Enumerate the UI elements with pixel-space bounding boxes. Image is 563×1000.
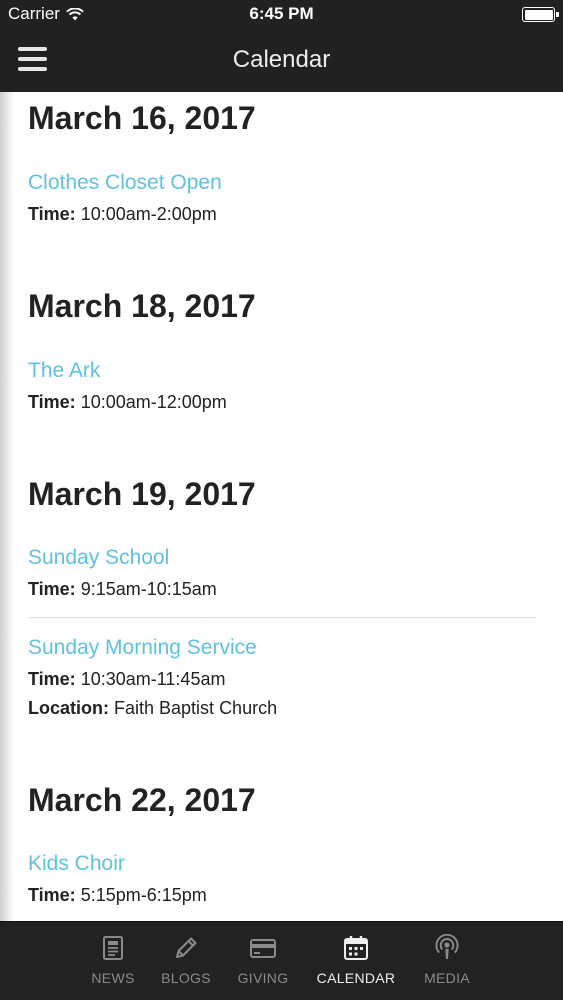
time-value: 10:00am-12:00pm bbox=[80, 392, 227, 412]
page-title: Calendar bbox=[232, 46, 331, 73]
time-label: Time: bbox=[28, 392, 76, 412]
tab-bar: NEWS BLOGS GIVING CALENDAR MEDIA bbox=[0, 921, 563, 1000]
event-title-link[interactable]: Clothes Closet Open bbox=[28, 171, 222, 195]
credit-card-icon bbox=[250, 939, 276, 958]
calendar-icon bbox=[344, 936, 368, 960]
event-time: Time: 5:15pm-6:15pm bbox=[28, 885, 207, 906]
time-value: 10:00am-2:00pm bbox=[80, 204, 217, 224]
event-title-link[interactable]: The Ark bbox=[28, 359, 100, 383]
status-time: 6:45 PM bbox=[249, 4, 314, 23]
time-label: Time: bbox=[28, 579, 76, 599]
event-divider bbox=[28, 617, 536, 618]
time-label: Time: bbox=[28, 204, 76, 224]
date-heading: March 19, 2017 bbox=[28, 476, 256, 512]
date-heading: March 16, 2017 bbox=[28, 100, 256, 136]
event-time: Time: 9:15am-10:15am bbox=[28, 579, 217, 600]
time-label: Time: bbox=[28, 669, 76, 689]
event-time: Time: 10:00am-12:00pm bbox=[28, 392, 227, 413]
location-label: Location: bbox=[28, 698, 109, 718]
time-value: 5:15pm-6:15pm bbox=[80, 885, 207, 905]
event-title-link[interactable]: Sunday School bbox=[28, 546, 169, 570]
event-time: Time: 10:00am-2:00pm bbox=[28, 204, 217, 225]
location-value: Faith Baptist Church bbox=[114, 698, 278, 718]
event-time: Time: 10:30am-11:45am bbox=[28, 669, 225, 690]
calendar-list[interactable]: March 16, 2017 Clothes Closet Open Time:… bbox=[0, 92, 563, 921]
podcast-icon bbox=[435, 934, 459, 959]
battery-icon bbox=[522, 7, 559, 22]
event-location: Location: Faith Baptist Church bbox=[28, 698, 277, 719]
side-drawer-shadow bbox=[0, 92, 14, 921]
navigation-bar: Calendar bbox=[0, 28, 563, 92]
tab-label: GIVING bbox=[237, 970, 289, 986]
tab-media[interactable]: MEDIA bbox=[402, 922, 492, 1000]
tab-giving[interactable]: GIVING bbox=[218, 922, 308, 1000]
pencil-icon bbox=[176, 937, 197, 958]
time-label: Time: bbox=[28, 885, 76, 905]
status-bar: Carrier 6:45 PM bbox=[0, 0, 563, 28]
event-title-link[interactable]: Sunday Morning Service bbox=[28, 636, 257, 660]
time-value: 10:30am-11:45am bbox=[80, 669, 226, 689]
news-icon bbox=[103, 936, 123, 960]
date-heading: March 18, 2017 bbox=[28, 288, 256, 324]
event-title-link[interactable]: Kids Choir bbox=[28, 852, 125, 876]
tab-label: MEDIA bbox=[424, 970, 470, 986]
time-value: 9:15am-10:15am bbox=[80, 579, 217, 599]
tab-label: CALENDAR bbox=[316, 970, 396, 986]
tab-calendar[interactable]: CALENDAR bbox=[311, 922, 401, 1000]
date-heading: March 22, 2017 bbox=[28, 782, 256, 818]
